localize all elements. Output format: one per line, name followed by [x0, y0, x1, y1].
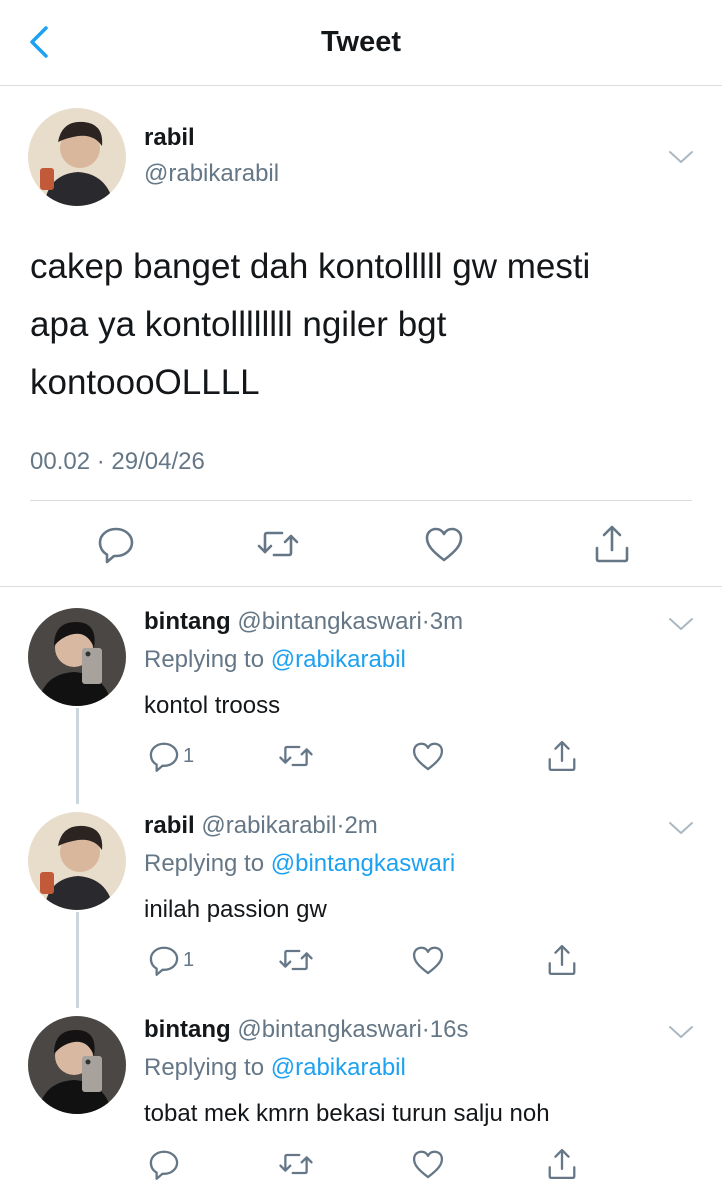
reply-button[interactable]: [146, 942, 182, 978]
heart-icon: [425, 527, 463, 562]
replying-prefix: Replying to: [144, 850, 271, 877]
reply-text: inilah passion gw: [144, 896, 327, 923]
heart-icon: [412, 1150, 444, 1179]
avatar[interactable]: [28, 608, 126, 706]
retweet-button[interactable]: [256, 522, 300, 566]
share-icon: [548, 944, 576, 976]
retweet-button[interactable]: [278, 942, 314, 978]
more-options-button[interactable]: [666, 1022, 696, 1042]
reply-author-name[interactable]: bintang: [144, 1016, 231, 1043]
avatar[interactable]: [28, 108, 126, 206]
chevron-down-icon: [669, 1026, 693, 1038]
reply-button[interactable]: [146, 738, 182, 774]
share-icon: [548, 1148, 576, 1180]
reply-author-handle[interactable]: @rabikarabil: [201, 812, 336, 839]
replying-to: Replying to @rabikarabil: [144, 1054, 406, 1082]
replying-to: Replying to @bintangkaswari: [144, 850, 455, 878]
divider: [30, 500, 692, 501]
divider: [0, 586, 722, 587]
like-button[interactable]: [410, 942, 446, 978]
chevron-down-icon: [669, 151, 693, 163]
tweet-text-line: apa ya kontollllllll ngiler bgt: [30, 305, 447, 344]
share-button[interactable]: [544, 738, 580, 774]
reply-icon: [149, 742, 179, 772]
more-options-button[interactable]: [666, 614, 696, 634]
retweet-button[interactable]: [278, 1146, 314, 1182]
replying-to: Replying to @rabikarabil: [144, 646, 406, 674]
reply-tweet[interactable]: bintang @bintangkaswari·16s Replying to …: [0, 1016, 722, 1200]
reply-icon: [149, 946, 179, 976]
separator-dot: ·: [421, 608, 430, 635]
page-title: Tweet: [320, 26, 402, 58]
retweet-icon: [257, 531, 299, 557]
author-name[interactable]: rabil: [144, 124, 195, 152]
retweet-icon: [279, 1153, 313, 1175]
heart-icon: [412, 742, 444, 771]
reply-icon: [98, 527, 134, 564]
reply-count: 1: [183, 745, 195, 767]
reply-button[interactable]: [146, 1146, 182, 1182]
like-button[interactable]: [410, 738, 446, 774]
reply-tweet[interactable]: rabil @rabikarabil·2m Replying to @binta…: [0, 812, 722, 1012]
reply-time[interactable]: 3m: [430, 608, 463, 635]
reply-time[interactable]: 16s: [430, 1016, 469, 1043]
replying-prefix: Replying to: [144, 646, 271, 673]
like-button[interactable]: [410, 1146, 446, 1182]
share-button[interactable]: [544, 1146, 580, 1182]
reply-author-name[interactable]: rabil: [144, 812, 195, 839]
reply-header: bintang @bintangkaswari·3m: [144, 608, 463, 636]
chevron-down-icon: [669, 618, 693, 630]
tweet-text: cakep banget dah kontolllll gw mesti apa…: [30, 238, 690, 412]
more-options-button[interactable]: [666, 818, 696, 838]
avatar[interactable]: [28, 1016, 126, 1114]
chevron-down-icon: [669, 822, 693, 834]
share-icon: [595, 525, 629, 563]
share-icon: [548, 740, 576, 772]
tweet-text-line: cakep banget dah kontolllll gw mesti: [30, 247, 591, 286]
retweet-icon: [279, 745, 313, 767]
heart-icon: [412, 946, 444, 975]
share-button[interactable]: [590, 522, 634, 566]
reply-text: kontol trooss: [144, 692, 281, 719]
reply-author-name[interactable]: bintang: [144, 608, 231, 635]
replying-mention-link[interactable]: @rabikarabil: [271, 1054, 406, 1081]
author-handle[interactable]: @rabikarabil: [144, 160, 279, 188]
tweet-text-line: kontoooOLLLL: [30, 363, 260, 402]
reply-header: rabil @rabikarabil·2m: [144, 812, 378, 840]
separator-dot: ·: [421, 1016, 430, 1043]
reply-count: 1: [183, 949, 195, 971]
reply-time[interactable]: 2m: [344, 812, 377, 839]
reply-author-handle[interactable]: @bintangkaswari: [237, 608, 421, 635]
reply-button[interactable]: [94, 522, 138, 566]
retweet-icon: [279, 949, 313, 971]
reply-text: tobat mek kmrn bekasi turun salju noh: [144, 1100, 550, 1127]
replying-mention-link[interactable]: @rabikarabil: [271, 646, 406, 673]
reply-header: bintang @bintangkaswari·16s: [144, 1016, 468, 1044]
reply-icon: [149, 1150, 179, 1180]
like-button[interactable]: [422, 522, 466, 566]
avatar[interactable]: [28, 812, 126, 910]
reply-author-handle[interactable]: @bintangkaswari: [237, 1016, 421, 1043]
replying-mention-link[interactable]: @bintangkaswari: [271, 850, 455, 877]
retweet-button[interactable]: [278, 738, 314, 774]
top-bar: Tweet: [0, 0, 722, 86]
more-options-button[interactable]: [666, 147, 696, 167]
share-button[interactable]: [544, 942, 580, 978]
reply-tweet[interactable]: bintang @bintangkaswari·3m Replying to @…: [0, 608, 722, 808]
replying-prefix: Replying to: [144, 1054, 271, 1081]
tweet-timestamp[interactable]: 00.02 · 29/04/26: [30, 448, 205, 476]
